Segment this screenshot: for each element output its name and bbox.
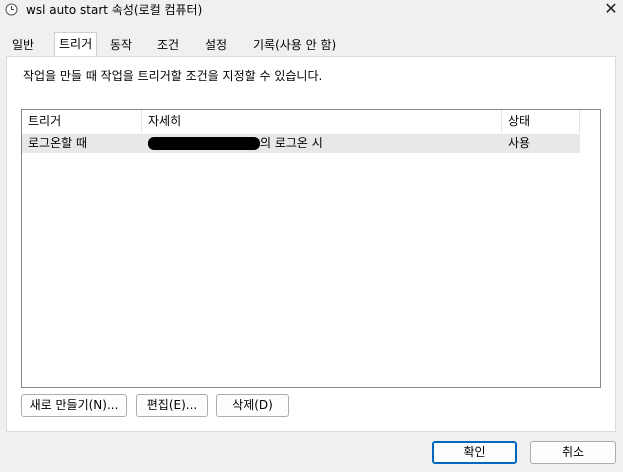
tab-conditions[interactable]: 조건 xyxy=(153,34,183,56)
row-details-text: 의 로그온 시 xyxy=(260,136,323,150)
row-trigger: 로그온할 때 xyxy=(28,136,88,150)
tab-strip: 일반 트리거 동작 조건 설정 기록(사용 안 함) xyxy=(0,32,623,58)
new-trigger-button[interactable]: 새로 만들기(N)... xyxy=(21,394,127,417)
row-details: 의 로그온 시 xyxy=(142,134,502,153)
tab-settings[interactable]: 설정 xyxy=(201,34,231,56)
tab-history[interactable]: 기록(사용 안 함) xyxy=(249,34,340,56)
column-header-details[interactable]: 자세히 xyxy=(142,110,502,133)
ok-button[interactable]: 확인 xyxy=(432,441,517,464)
tab-actions[interactable]: 동작 xyxy=(106,34,136,56)
triggers-panel: 작업을 만들 때 작업을 트리거할 조건을 지정할 수 있습니다. 트리거 자세… xyxy=(6,56,616,432)
close-button[interactable]: ✕ xyxy=(600,0,622,20)
redacted-username xyxy=(148,137,260,150)
column-header-status[interactable]: 상태 xyxy=(502,110,580,133)
row-status: 사용 xyxy=(508,136,531,150)
trigger-list[interactable]: 트리거 자세히 상태 로그온할 때 의 로그온 시 사용 xyxy=(21,109,601,388)
panel-description: 작업을 만들 때 작업을 트리거할 조건을 지정할 수 있습니다. xyxy=(23,69,323,83)
delete-trigger-button[interactable]: 삭제(D) xyxy=(216,394,289,417)
list-header: 트리거 자세히 상태 xyxy=(22,110,580,133)
window-title: wsl auto start 속성(로컬 컴퓨터) xyxy=(26,3,203,17)
task-scheduler-clock-icon xyxy=(5,3,18,16)
column-header-trigger[interactable]: 트리거 xyxy=(22,110,142,133)
table-row[interactable]: 로그온할 때 의 로그온 시 사용 xyxy=(22,134,580,153)
tab-triggers[interactable]: 트리거 xyxy=(54,32,98,57)
edit-trigger-button[interactable]: 편집(E)... xyxy=(136,394,208,417)
tab-general[interactable]: 일반 xyxy=(8,34,38,56)
title-bar: wsl auto start 속성(로컬 컴퓨터) ✕ xyxy=(0,0,623,22)
cancel-button[interactable]: 취소 xyxy=(530,441,616,464)
